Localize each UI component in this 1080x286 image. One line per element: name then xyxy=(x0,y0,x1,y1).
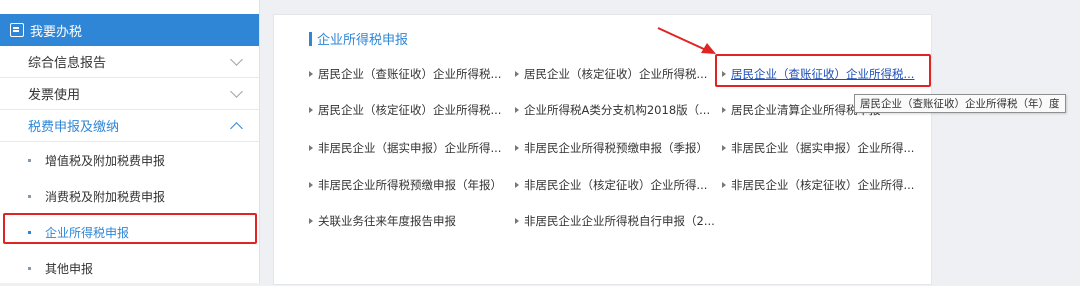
highlight-box-link xyxy=(715,54,931,87)
sidebar-header[interactable]: 我要办税 xyxy=(0,14,259,46)
link-item[interactable]: 非居民企业（核定征收）企业所得... xyxy=(515,177,707,193)
link-label: 非居民企业（核定征收）企业所得... xyxy=(731,178,915,192)
chevron-down-icon xyxy=(230,85,243,98)
link-label: 居民企业（查账征收）企业所得税... xyxy=(318,67,502,81)
sidebar-subitem-label: 其他申报 xyxy=(45,261,94,276)
link-label: 企业所得税A类分支机构2018版（... xyxy=(524,103,711,117)
caret-right-icon xyxy=(309,107,313,113)
sidebar-item-invoice[interactable]: 发票使用 xyxy=(0,78,259,110)
sidebar-item-tax-filing[interactable]: 税费申报及缴纳 xyxy=(0,110,259,142)
caret-right-icon xyxy=(515,107,519,113)
chevron-up-icon xyxy=(230,122,243,135)
link-label: 非居民企业企业所得税自行申报（2... xyxy=(524,214,715,228)
bullet-icon xyxy=(28,195,31,198)
link-item[interactable]: 非居民企业所得税预缴申报（年报） xyxy=(309,177,502,193)
sidebar-subitem-label: 增值税及附加税费申报 xyxy=(45,153,166,168)
link-item[interactable]: 居民企业（核定征收）企业所得税... xyxy=(309,102,501,118)
bullet-icon xyxy=(28,159,31,162)
bullet-icon xyxy=(28,267,31,270)
sidebar-subitem-vat[interactable]: 增值税及附加税费申报 xyxy=(0,142,259,178)
caret-right-icon xyxy=(722,107,726,113)
link-item[interactable]: 非居民企业所得税预缴申报（季报） xyxy=(515,140,708,156)
link-label: 非居民企业（据实申报）企业所得... xyxy=(731,141,915,155)
link-item[interactable]: 非居民企业（核定征收）企业所得... xyxy=(722,177,914,193)
link-item[interactable]: 企业所得税A类分支机构2018版（... xyxy=(515,102,710,118)
caret-right-icon xyxy=(515,145,519,151)
sidebar-subitem-consumption-tax[interactable]: 消费税及附加税费申报 xyxy=(0,178,259,214)
link-item[interactable]: 非居民企业企业所得税自行申报（2... xyxy=(515,213,715,229)
tooltip: 居民企业（查账征收）企业所得税（年）度 xyxy=(854,94,1066,113)
link-item[interactable]: 居民企业（核定征收）企业所得税... xyxy=(515,66,707,82)
link-label: 关联业务往来年度报告申报 xyxy=(318,214,456,228)
link-label: 居民企业（核定征收）企业所得税... xyxy=(318,103,502,117)
link-item[interactable]: 非居民企业（据实申报）企业所得... xyxy=(309,140,501,156)
caret-right-icon xyxy=(515,218,519,224)
link-item[interactable]: 关联业务往来年度报告申报 xyxy=(309,213,456,229)
sidebar-item-label: 综合信息报告 xyxy=(28,56,107,71)
sidebar-subitem-other[interactable]: 其他申报 xyxy=(0,250,259,286)
panel-title: 企业所得税申报 xyxy=(309,29,408,48)
link-item[interactable]: 非居民企业（据实申报）企业所得... xyxy=(722,140,914,156)
caret-right-icon xyxy=(309,145,313,151)
link-label: 非居民企业（据实申报）企业所得... xyxy=(318,141,502,155)
caret-right-icon xyxy=(722,182,726,188)
sidebar-item-info-report[interactable]: 综合信息报告 xyxy=(0,46,259,78)
tax-form-icon xyxy=(10,23,24,37)
link-label: 非居民企业所得税预缴申报（年报） xyxy=(318,178,502,192)
caret-right-icon xyxy=(722,145,726,151)
caret-right-icon xyxy=(515,182,519,188)
highlight-box-sidebar xyxy=(3,213,257,244)
title-accent-bar xyxy=(309,31,312,46)
panel-title-text: 企业所得税申报 xyxy=(317,33,409,48)
link-label: 非居民企业（核定征收）企业所得... xyxy=(524,178,708,192)
caret-right-icon xyxy=(309,218,313,224)
caret-right-icon xyxy=(309,71,313,77)
chevron-down-icon xyxy=(230,53,243,66)
sidebar-item-label: 税费申报及缴纳 xyxy=(28,120,120,135)
link-label: 居民企业（核定征收）企业所得税... xyxy=(524,67,708,81)
caret-right-icon xyxy=(515,71,519,77)
sidebar-item-label: 发票使用 xyxy=(28,88,81,103)
link-label: 非居民企业所得税预缴申报（季报） xyxy=(524,141,708,155)
link-item[interactable]: 居民企业（查账征收）企业所得税... xyxy=(309,66,501,82)
sidebar-subitem-label: 消费税及附加税费申报 xyxy=(45,189,166,204)
caret-right-icon xyxy=(309,182,313,188)
sidebar-header-label: 我要办税 xyxy=(30,24,83,40)
